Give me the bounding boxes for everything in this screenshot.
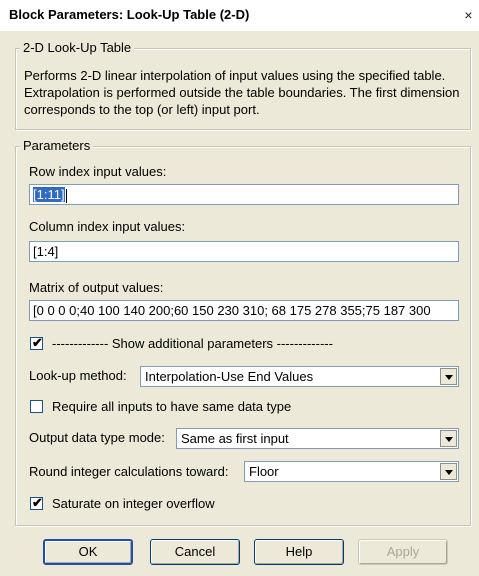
col-index-value: [1:4] xyxy=(33,244,59,259)
block-description-text: Performs 2-D linear interpolation of inp… xyxy=(24,68,460,117)
col-index-label: Column index input values: xyxy=(29,219,186,234)
checkmark-icon: ✔ xyxy=(32,335,43,350)
block-group-legend: 2-D Look-Up Table xyxy=(20,40,135,55)
row-index-input[interactable]: [1:11] xyxy=(29,184,459,205)
matrix-value: [0 0 0 0;40 100 140 200;60 150 230 310; … xyxy=(33,303,431,318)
row-index-value: [1:11] xyxy=(33,187,65,202)
output-type-mode-dropdown[interactable]: Same as first input xyxy=(176,428,459,449)
require-same-type-label: Require all inputs to have same data typ… xyxy=(52,399,292,414)
lookup-method-label: Look-up method: xyxy=(29,368,127,383)
ok-button[interactable]: OK xyxy=(43,539,133,565)
round-toward-value: Floor xyxy=(249,464,279,479)
help-button[interactable]: Help xyxy=(254,539,344,565)
saturate-label: Saturate on integer overflow xyxy=(52,496,215,511)
cancel-button[interactable]: Cancel xyxy=(150,539,240,565)
parameters-group-legend: Parameters xyxy=(20,138,94,153)
chevron-down-icon[interactable] xyxy=(440,430,457,447)
chevron-down-icon[interactable] xyxy=(440,463,457,480)
lookup-method-dropdown[interactable]: Interpolation-Use End Values xyxy=(140,366,459,387)
round-toward-label: Round integer calculations toward: xyxy=(29,464,229,479)
matrix-label: Matrix of output values: xyxy=(29,280,164,295)
show-additional-label: ------------- Show additional parameters… xyxy=(52,336,333,351)
close-icon[interactable]: × xyxy=(462,8,475,22)
saturate-checkbox[interactable]: ✔ xyxy=(30,495,43,510)
round-toward-dropdown[interactable]: Floor xyxy=(244,461,459,482)
show-additional-checkbox[interactable]: ✔ xyxy=(30,335,43,350)
apply-button[interactable]: Apply xyxy=(358,539,448,565)
title-bar[interactable]: Block Parameters: Look-Up Table (2-D) × xyxy=(0,0,479,31)
col-index-input[interactable]: [1:4] xyxy=(29,241,459,262)
output-type-mode-value: Same as first input xyxy=(181,431,289,446)
window-title: Block Parameters: Look-Up Table (2-D) xyxy=(9,7,250,22)
matrix-input[interactable]: [0 0 0 0;40 100 140 200;60 150 230 310; … xyxy=(29,300,459,321)
output-type-mode-label: Output data type mode: xyxy=(29,430,165,445)
block-parameters-dialog: Block Parameters: Look-Up Table (2-D) × … xyxy=(0,0,479,576)
row-index-label: Row index input values: xyxy=(29,164,167,179)
lookup-method-value: Interpolation-Use End Values xyxy=(145,369,314,384)
chevron-down-icon[interactable] xyxy=(440,368,457,385)
require-same-type-checkbox[interactable] xyxy=(30,400,43,413)
text-caret xyxy=(65,188,67,203)
checkmark-icon: ✔ xyxy=(32,495,43,510)
